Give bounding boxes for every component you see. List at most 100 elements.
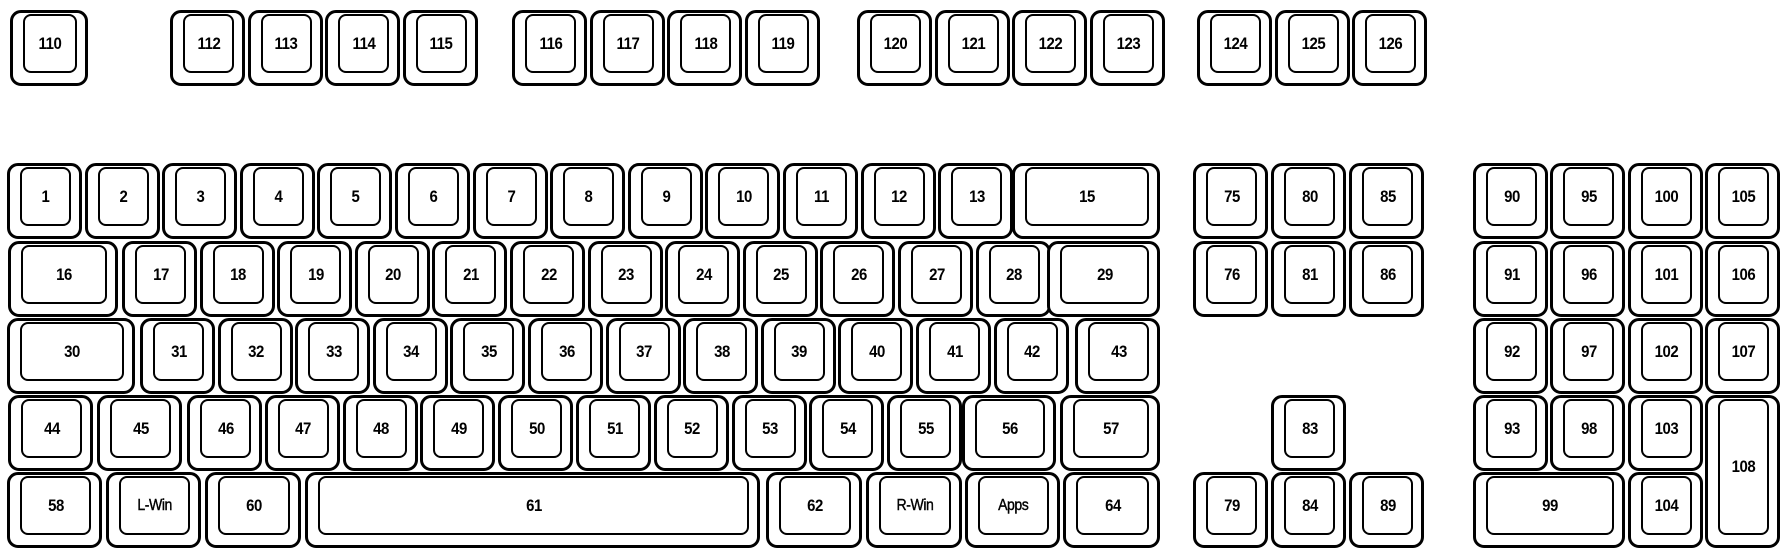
keycap: 37 — [618, 322, 670, 381]
key-number-label: 84 — [1301, 495, 1318, 515]
key-57: 57 — [1060, 395, 1160, 471]
key-number-label: 18 — [230, 264, 246, 284]
key-96: 96 — [1550, 241, 1625, 317]
key-number-label: 126 — [1378, 33, 1403, 53]
key-number-label: 97 — [1580, 341, 1597, 361]
key-number-label: 12 — [891, 186, 907, 206]
key-86: 86 — [1349, 241, 1424, 317]
key-40: 40 — [838, 318, 914, 394]
key-number-label: 45 — [132, 418, 149, 438]
key-107: 107 — [1705, 318, 1780, 394]
key-106: 106 — [1705, 241, 1780, 317]
keycap: 38 — [696, 322, 748, 381]
key-115: 115 — [402, 10, 478, 86]
key-number-label: 34 — [403, 341, 420, 361]
key-117: 117 — [589, 10, 665, 86]
key-18: 18 — [199, 241, 275, 317]
key-number-label: 27 — [928, 264, 945, 284]
keycap: 43 — [1088, 322, 1149, 381]
keycap: 90 — [1486, 167, 1537, 226]
keycap: 5 — [330, 167, 382, 226]
key-number-label: 15 — [1079, 186, 1095, 206]
keycap: 112 — [183, 14, 234, 73]
key-19: 19 — [277, 241, 353, 317]
keycap: 95 — [1563, 167, 1614, 226]
key-number-label: 13 — [968, 186, 985, 206]
keycap: 116 — [525, 14, 576, 73]
key-number-label: R-Win — [896, 496, 934, 514]
key-number-label: 29 — [1096, 264, 1113, 284]
key-80: 80 — [1271, 163, 1346, 239]
key-number-label: 16 — [56, 264, 72, 284]
keycap: 16 — [21, 245, 107, 304]
keycap: 124 — [1210, 14, 1261, 73]
key-number-label: 125 — [1301, 33, 1325, 53]
keycap: 49 — [433, 399, 485, 458]
key-number-label: 114 — [352, 33, 376, 53]
key-number-label: 50 — [528, 418, 545, 438]
keycap: 30 — [20, 322, 124, 381]
key-number-label: 56 — [1002, 418, 1018, 438]
key-92: 92 — [1473, 318, 1548, 394]
key-12: 12 — [860, 163, 936, 239]
key-27: 27 — [898, 241, 973, 317]
key-number-label: 40 — [868, 341, 885, 361]
key-number-label: 35 — [480, 341, 497, 361]
key-number-label: 106 — [1731, 264, 1756, 284]
key-98: 98 — [1550, 395, 1625, 471]
key-number-label: 112 — [197, 33, 220, 53]
key-number-label: 62 — [807, 495, 823, 515]
key-46: 46 — [187, 395, 262, 471]
key-112: 112 — [170, 10, 245, 86]
key-122: 122 — [1012, 10, 1088, 86]
key-number-label: 92 — [1503, 341, 1520, 361]
key-number-label: 116 — [539, 33, 562, 53]
key-113: 113 — [247, 10, 323, 86]
keycap: 107 — [1718, 322, 1769, 381]
keycap: 17 — [135, 245, 186, 304]
keycap: 108 — [1718, 399, 1769, 535]
key-number-label: 122 — [1038, 33, 1063, 53]
key-119: 119 — [744, 10, 820, 86]
keycap: 110 — [23, 14, 77, 73]
keycap: Apps — [978, 476, 1049, 535]
key-22: 22 — [510, 241, 585, 317]
key-85: 85 — [1349, 163, 1424, 239]
key-number-label: 75 — [1223, 186, 1240, 206]
key-4: 4 — [239, 163, 315, 239]
keycap: 55 — [900, 399, 952, 458]
keycap: 119 — [757, 14, 809, 73]
key-45: 45 — [97, 395, 182, 471]
keycap: 125 — [1287, 14, 1339, 73]
key-number-label: 100 — [1654, 186, 1679, 206]
key-number-label: 33 — [325, 341, 342, 361]
key-3: 3 — [162, 163, 238, 239]
key-123: 123 — [1089, 10, 1165, 86]
keycap: 101 — [1641, 245, 1692, 304]
keycap: 41 — [929, 322, 980, 381]
keycap: 121 — [947, 14, 999, 73]
key-125: 125 — [1274, 10, 1350, 86]
key-number-label: 4 — [274, 186, 283, 206]
keycap: 62 — [779, 476, 851, 535]
key-51: 51 — [576, 395, 651, 471]
keycap: 85 — [1362, 167, 1413, 226]
keycap: 61 — [318, 476, 749, 535]
key-54: 54 — [809, 395, 885, 471]
keycap: 33 — [308, 322, 360, 381]
keycap: 10 — [718, 167, 770, 226]
key-83: 83 — [1271, 395, 1346, 471]
keycap: 80 — [1284, 167, 1335, 226]
key-58: 58 — [7, 472, 102, 548]
key-79: 79 — [1193, 472, 1268, 548]
keycap: 56 — [975, 399, 1045, 458]
key-50: 50 — [498, 395, 574, 471]
keycap: 114 — [338, 14, 390, 73]
keycap: 18 — [212, 245, 264, 304]
keycap: 122 — [1025, 14, 1077, 73]
key-number-label: 121 — [961, 33, 985, 53]
keycap: 118 — [680, 14, 732, 73]
keycap: 3 — [175, 167, 227, 226]
key-number-label: 124 — [1223, 33, 1248, 53]
key-39: 39 — [760, 318, 836, 394]
